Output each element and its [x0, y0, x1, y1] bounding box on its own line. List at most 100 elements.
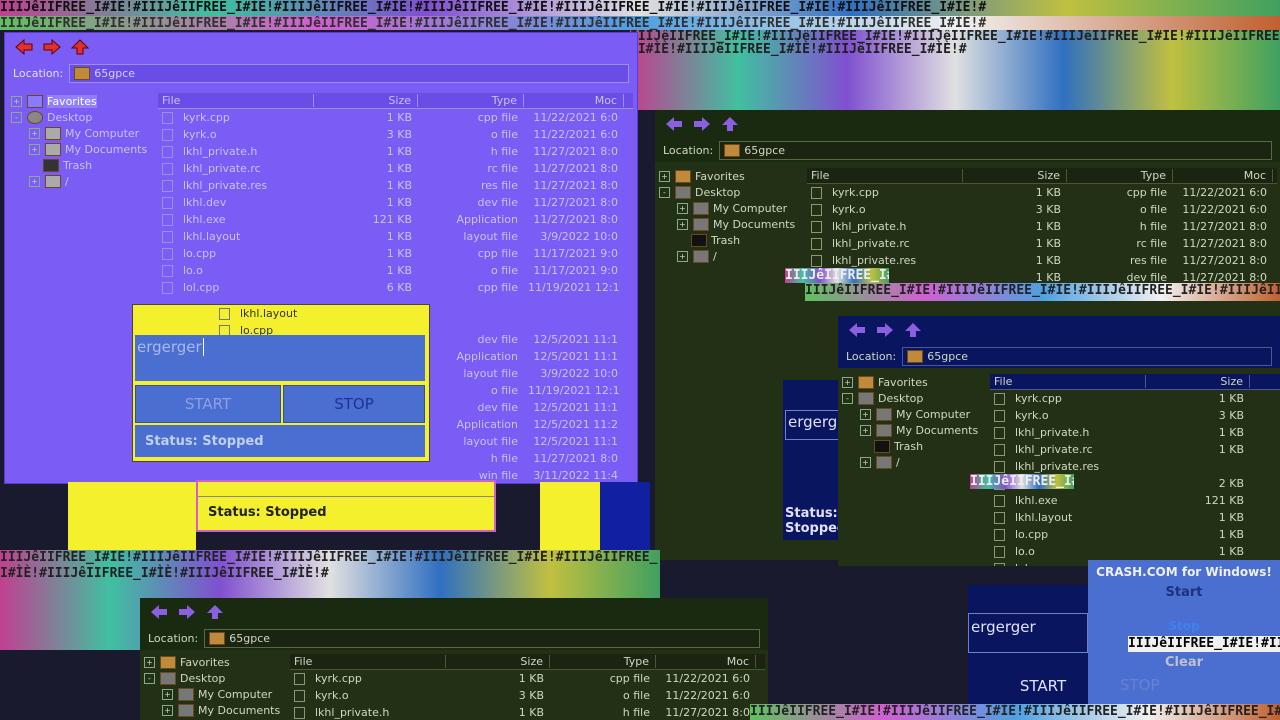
- file-row[interactable]: lkhl_private.rc 1 KB rc file 11/27/2021 8:0: [807, 235, 1277, 252]
- file-row[interactable]: kyrk.cpp 1 KB: [990, 390, 1280, 407]
- tree-item-my-documents[interactable]: + My Documents: [659, 216, 804, 232]
- file-row[interactable]: lol.cpp 6 KB cpp file 11/19/2021 12:1: [158, 279, 633, 296]
- file-row[interactable]: lo.o 1 KB o file 11/17/2021 9:0: [158, 262, 633, 279]
- file-row[interactable]: lkhl_private.h 1 KB h file 11/27/2021 8:0: [158, 143, 633, 160]
- tree-item-my-documents[interactable]: + My Documents: [144, 702, 289, 718]
- tree-item-my-computer[interactable]: + My Computer: [11, 125, 156, 141]
- file-row[interactable]: kyrk.cpp 1 KB cpp file 11/22/2021 6:0: [807, 184, 1277, 201]
- start-button[interactable]: START: [968, 673, 1088, 699]
- file-row[interactable]: lo.o 1 KB: [990, 543, 1280, 560]
- tree-label: Desktop: [878, 391, 924, 405]
- column-modified[interactable]: Moc: [1173, 169, 1273, 182]
- file-row[interactable]: kyrk.o 3 KB: [990, 407, 1280, 424]
- forward-arrow-icon[interactable]: [876, 322, 894, 338]
- location-field[interactable]: 65gpce: [902, 346, 1272, 366]
- forward-arrow-icon[interactable]: [178, 604, 196, 620]
- file-row[interactable]: lkhl.layout 1 KB: [990, 509, 1280, 526]
- file-name: lkhl_private.h: [315, 706, 390, 719]
- text-input[interactable]: ergerger: [785, 410, 838, 440]
- up-arrow-icon[interactable]: [904, 322, 922, 338]
- file-row[interactable]: lkhl.dev 1 KB dev file 11/27/2021 8:0: [158, 194, 633, 211]
- stop-button[interactable]: STOP: [283, 385, 425, 423]
- file-name: kyrk.cpp: [315, 672, 362, 685]
- column-modified[interactable]: Moc: [656, 655, 756, 668]
- up-arrow-icon[interactable]: [71, 39, 89, 55]
- tree-item-favorites[interactable]: + Favorites: [144, 654, 289, 670]
- column-file[interactable]: File: [807, 169, 963, 182]
- stop-button[interactable]: STOP: [1120, 676, 1160, 694]
- file-name: lo.o: [183, 264, 203, 277]
- column-file[interactable]: File: [290, 655, 446, 668]
- text-input[interactable]: ergerger: [135, 335, 425, 381]
- file-row[interactable]: lkhl_private.rc 1 KB: [990, 441, 1280, 458]
- file-row[interactable]: lkhl.layout 1 KB layout file 3/9/2022 10:0: [158, 228, 633, 245]
- column-file[interactable]: File: [158, 94, 314, 107]
- up-arrow-icon[interactable]: [721, 116, 739, 132]
- tree-item-my-computer[interactable]: + My Computer: [144, 686, 289, 702]
- file-row[interactable]: kyrk.cpp 1 KB cpp file 11/22/2021 6:0: [158, 109, 633, 126]
- text-input[interactable]: ergerger: [968, 613, 1088, 653]
- file-name: lkhl.layout: [1015, 511, 1073, 524]
- file-row[interactable]: lkhl.exe 121 KB: [990, 492, 1280, 509]
- file-row[interactable]: lo.cpp 1 KB cpp file 11/17/2021 9:0: [158, 245, 633, 262]
- tree-item-trash[interactable]: Trash: [659, 232, 804, 248]
- tree-item-my-documents[interactable]: + My Documents: [11, 141, 156, 157]
- file-type: h file: [490, 145, 518, 158]
- column-size[interactable]: Size: [1146, 375, 1250, 388]
- tree-item-my-computer[interactable]: + My Computer: [659, 200, 804, 216]
- file-row[interactable]: kyrk.cpp 1 KB cpp file 11/22/2021 6:0: [290, 670, 765, 687]
- file-list-header: File Size: [990, 374, 1280, 390]
- crash-clear-button[interactable]: Clear: [1092, 654, 1276, 670]
- column-type[interactable]: Type: [418, 94, 524, 107]
- file-row[interactable]: kyrk.o 3 KB o file 11/22/2021 6:0: [290, 687, 765, 704]
- tree-item-favorites[interactable]: + Favorites: [659, 168, 804, 184]
- file-row[interactable]: lkhl_private.h 1 KB h file 11/27/2021 8:0: [807, 218, 1277, 235]
- tree-item-desktop[interactable]: - Desktop: [842, 390, 987, 406]
- crash-stop-button[interactable]: Stop: [1092, 618, 1276, 634]
- column-type[interactable]: Type: [1067, 169, 1173, 182]
- location-field[interactable]: 65gpce: [204, 628, 760, 648]
- back-arrow-icon[interactable]: [15, 39, 33, 55]
- column-file[interactable]: File: [990, 375, 1146, 388]
- file-row[interactable]: lkhl_private.rc 1 KB rc file 11/27/2021 8:0: [158, 160, 633, 177]
- back-arrow-icon[interactable]: [150, 604, 168, 620]
- tree-item-favorites[interactable]: + Favorites: [842, 374, 987, 390]
- column-modified[interactable]: Moc: [524, 94, 624, 107]
- back-arrow-icon[interactable]: [848, 322, 866, 338]
- tree-label: My Computer: [896, 407, 971, 421]
- tree-item-desktop[interactable]: - Desktop: [144, 670, 289, 686]
- column-size[interactable]: Size: [314, 94, 418, 107]
- file-row[interactable]: kyrk.o 3 KB o file 11/22/2021 6:0: [158, 126, 633, 143]
- tree-item-desktop[interactable]: - Desktop: [11, 109, 156, 125]
- tree-item-root[interactable]: + /: [11, 173, 156, 189]
- up-arrow-icon[interactable]: [206, 604, 224, 620]
- tree-label: Favorites: [878, 375, 928, 389]
- start-button[interactable]: START: [135, 385, 281, 423]
- forward-arrow-icon[interactable]: [693, 116, 711, 132]
- file-row[interactable]: lkhl.exe 121 KB Application 11/27/2021 8:0: [158, 211, 633, 228]
- column-type[interactable]: Type: [550, 655, 656, 668]
- tree-item-root[interactable]: + /: [842, 454, 987, 470]
- column-size[interactable]: Size: [446, 655, 550, 668]
- tree-item-favorites[interactable]: + Favorites: [11, 93, 156, 109]
- column-size[interactable]: Size: [963, 169, 1067, 182]
- tree-item-my-documents[interactable]: + My Documents: [842, 422, 987, 438]
- file-row[interactable]: lo.cpp 1 KB: [990, 526, 1280, 543]
- location-field[interactable]: 65gpce: [69, 63, 629, 83]
- file-row[interactable]: kyrk.o 3 KB o file 11/22/2021 6:0: [807, 201, 1277, 218]
- tree-item-my-computer[interactable]: + My Computer: [842, 406, 987, 422]
- file-row[interactable]: lkhl_private.res 1 KB res file 11/27/2021 8…: [807, 252, 1277, 269]
- file-row[interactable]: lkhl_private.res: [990, 458, 1280, 475]
- tree-item-trash[interactable]: Trash: [11, 157, 156, 173]
- file-row[interactable]: lkhl_private.res 1 KB res file 11/27/2021 8…: [158, 177, 633, 194]
- tree-item-desktop[interactable]: - Desktop: [659, 184, 804, 200]
- file-row[interactable]: lkhl_private.h 1 KB h file 11/27/2021 8:0: [290, 704, 765, 720]
- back-arrow-icon[interactable]: [665, 116, 683, 132]
- tree-item-root[interactable]: + /: [659, 248, 804, 264]
- forward-arrow-icon[interactable]: [43, 39, 61, 55]
- file-row[interactable]: lkhl_private.h 1 KB: [990, 424, 1280, 441]
- location-field[interactable]: 65gpce: [719, 140, 1272, 160]
- tree-item-trash[interactable]: Trash: [842, 438, 987, 454]
- crash-start-button[interactable]: Start: [1092, 584, 1276, 600]
- file-icon: [994, 528, 1005, 541]
